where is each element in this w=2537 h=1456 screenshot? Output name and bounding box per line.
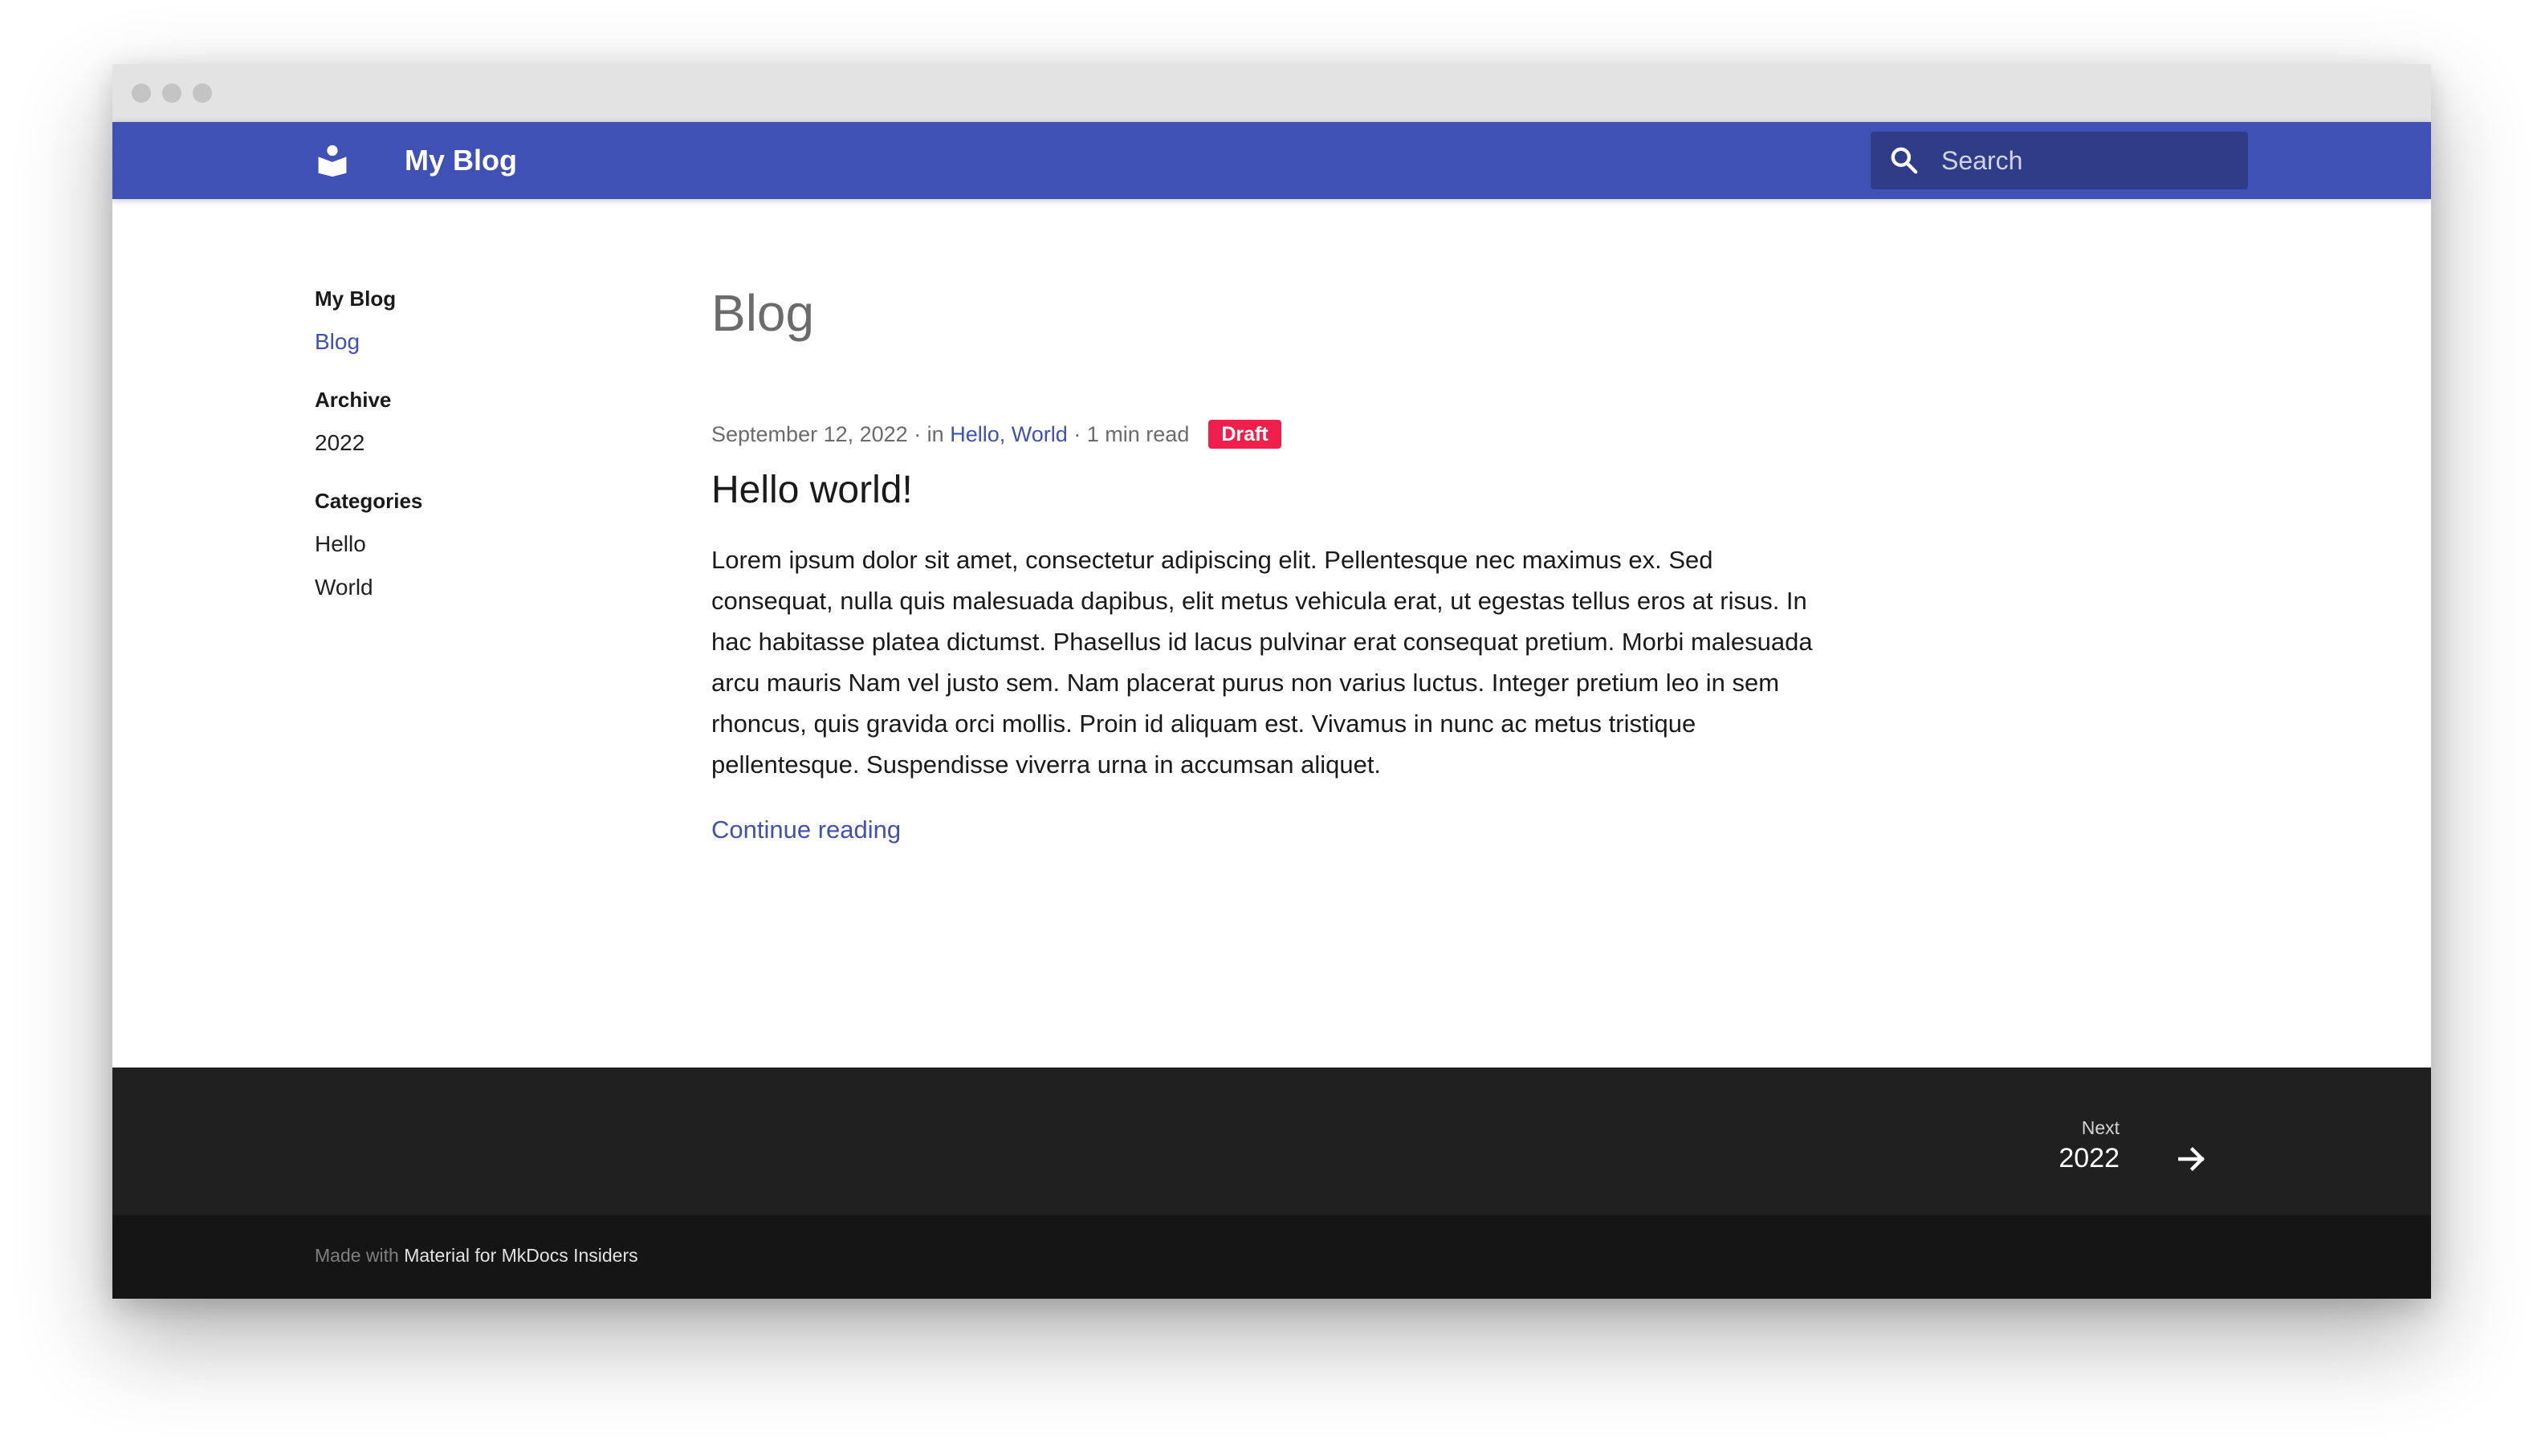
next-label: Next	[2081, 1117, 2120, 1138]
nav-section-my-blog: My Blog Blog	[315, 284, 652, 356]
site-header: My Blog	[112, 122, 2431, 199]
nav-section-title: Archive	[315, 388, 392, 412]
continue-reading-link[interactable]: Continue reading	[711, 812, 901, 848]
post-read-time: · 1 min read	[1067, 422, 1190, 446]
blog-post: September 12, 2022 · in Hello , World · …	[711, 419, 1851, 848]
sidebar-item-world[interactable]: World	[315, 573, 652, 602]
nav-section-categories: Categories Hello World	[315, 486, 652, 602]
draft-badge: Draft	[1208, 420, 1281, 449]
nav-section-archive: Archive 2022	[315, 385, 652, 458]
window-close-dot[interactable]	[132, 83, 151, 103]
search-box[interactable]	[1871, 132, 2248, 189]
category-link-world[interactable]: World	[1012, 419, 1068, 449]
browser-window: My Blog My Blog Blog Archive 2022 Catego…	[112, 64, 2431, 1299]
made-with-text: Made with Material for MkDocs Insiders	[315, 1241, 638, 1270]
nav-section-title: Categories	[315, 489, 423, 513]
window-maximize-dot[interactable]	[193, 83, 212, 103]
nav-section-title: My Blog	[315, 287, 397, 311]
sidebar-item-hello[interactable]: Hello	[315, 530, 652, 559]
next-page-title: 2022	[2059, 1143, 2120, 1173]
search-input[interactable]	[1941, 132, 2238, 189]
category-separator: ,	[999, 422, 1012, 446]
window-minimize-dot[interactable]	[162, 83, 181, 103]
page-title: Blog	[711, 284, 815, 342]
window-titlebar	[112, 64, 2431, 122]
search-icon	[1888, 144, 1920, 177]
post-date: September 12, 2022	[711, 422, 908, 446]
book-reader-icon[interactable]	[315, 143, 350, 178]
category-link-hello[interactable]: Hello	[950, 419, 1000, 449]
arrow-right-icon	[2174, 1141, 2209, 1177]
main-content: Blog September 12, 2022 · in Hello , Wor…	[711, 281, 1851, 848]
next-page-link[interactable]: Next 2022	[1879, 1108, 2248, 1180]
post-meta: September 12, 2022 · in Hello , World · …	[711, 419, 1851, 449]
sidebar-nav: My Blog Blog Archive 2022 Categories Hel…	[315, 284, 652, 602]
post-excerpt: Lorem ipsum dolor sit amet, consectetur …	[711, 546, 1813, 779]
footer-meta: Made with Material for MkDocs Insiders	[112, 1215, 2431, 1299]
made-with-prefix: Made with	[315, 1245, 405, 1266]
post-in-label: · in	[907, 422, 951, 446]
post-title[interactable]: Hello world!	[711, 466, 1851, 515]
material-mkdocs-link[interactable]: Material for MkDocs Insiders	[404, 1245, 637, 1266]
sidebar-item-2022[interactable]: 2022	[315, 429, 652, 458]
site-name[interactable]: My Blog	[405, 141, 517, 180]
site-footer: Next 2022	[112, 1068, 2431, 1215]
sidebar-item-blog[interactable]: Blog	[315, 327, 652, 356]
